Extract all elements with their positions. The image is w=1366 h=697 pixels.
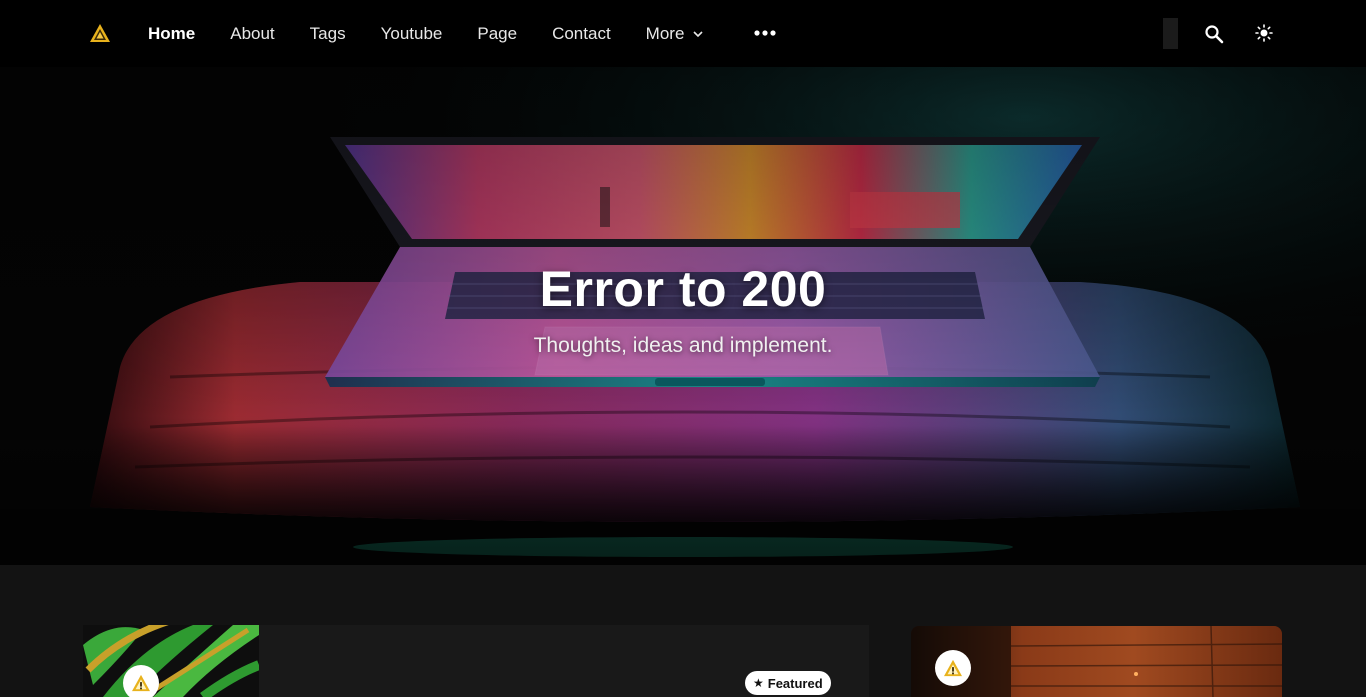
triangle-logo-icon (944, 659, 962, 677)
hero-title: Error to 200 (539, 261, 827, 317)
triangle-logo-icon[interactable] (89, 23, 111, 43)
nav-item-home[interactable]: Home (148, 24, 195, 44)
nav-item-youtube[interactable]: Youtube (381, 24, 443, 44)
nav-item-tags[interactable]: Tags (310, 24, 346, 44)
nav-item-about[interactable]: About (230, 24, 274, 44)
nav-item-more-label: More (645, 23, 685, 43)
chevron-down-icon (693, 30, 703, 37)
hero-section: Error to 200 Thoughts, ideas and impleme… (0, 67, 1366, 565)
nav-item-more[interactable]: More (646, 24, 705, 44)
featured-badge: ★ Featured (745, 671, 831, 695)
featured-post-card[interactable]: ★ Featured (83, 625, 869, 697)
star-icon: ★ (753, 676, 764, 690)
nav-item-contact[interactable]: Contact (552, 24, 611, 44)
triangle-logo-icon (132, 674, 150, 692)
secondary-post-card[interactable] (911, 626, 1282, 697)
search-icon[interactable] (1204, 24, 1224, 44)
sun-icon[interactable] (1255, 24, 1273, 42)
post-thumbnail (83, 625, 259, 697)
site-header: Home About Tags Youtube Page Contact Mor… (0, 0, 1366, 67)
featured-badge-label: Featured (767, 675, 823, 691)
nav-item-page[interactable]: Page (477, 24, 517, 44)
author-avatar[interactable] (935, 650, 971, 686)
author-avatar[interactable] (123, 665, 159, 697)
hero-subtitle: Thoughts, ideas and implement. (533, 334, 833, 357)
search-field-collapsed[interactable] (1163, 18, 1178, 49)
main-nav: Home About Tags Youtube Page Contact Mor… (148, 0, 739, 67)
more-dots-icon[interactable] (754, 27, 776, 39)
